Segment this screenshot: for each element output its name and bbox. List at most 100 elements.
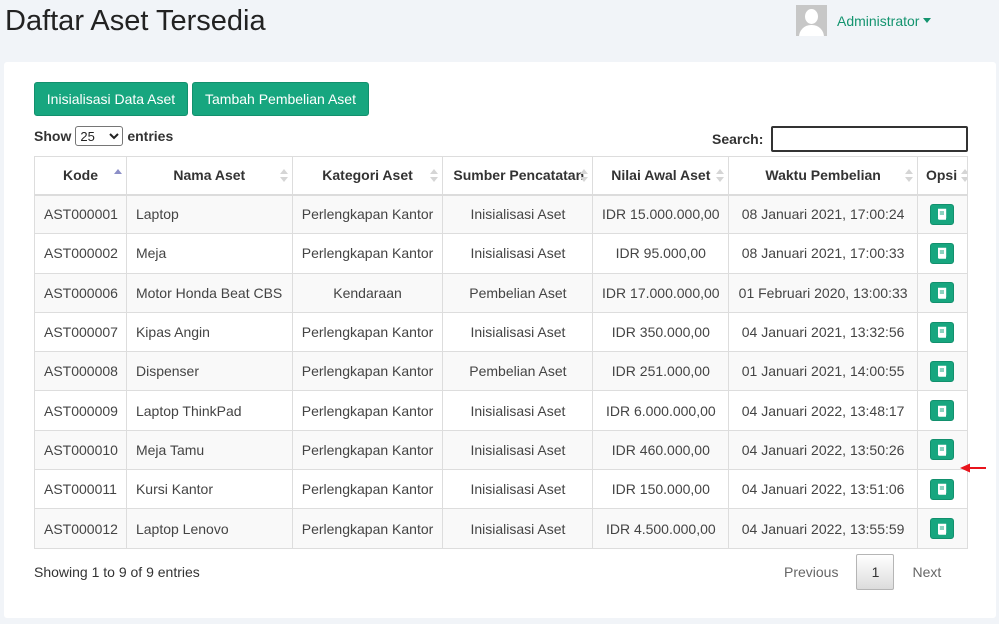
cell-nilai: IDR 460.000,00 <box>592 429 730 471</box>
table-row: AST000008 Dispenser Perlengkapan Kantor Pem… <box>34 351 969 392</box>
page-1-button[interactable]: 1 <box>856 554 895 590</box>
table-row: AST000012 Laptop Lenovo Perlengkapan Kanto… <box>34 508 969 549</box>
cell-kategori: Perlengkapan Kantor <box>291 233 444 274</box>
cell-sumber: Inisialisasi Aset <box>442 390 594 431</box>
previous-page-button[interactable]: Previous <box>784 564 838 580</box>
detail-button[interactable] <box>930 518 955 540</box>
cell-sumber: Inisialisasi Aset <box>442 469 594 510</box>
sort-icon <box>430 169 439 183</box>
table-row: AST000007 Kipas Angin Perlengkapan Kantor I… <box>34 311 969 353</box>
table-row: AST000001 Laptop Perlengkapan Kantor Inisia… <box>34 193 969 235</box>
detail-button[interactable] <box>930 478 955 500</box>
search-label: Search: <box>712 131 764 147</box>
add-purchase-button[interactable]: Tambah Pembelian Aset <box>192 82 369 116</box>
book-icon <box>938 287 947 299</box>
detail-button[interactable] <box>930 439 955 461</box>
detail-button[interactable] <box>930 203 955 225</box>
asset-card: Inisialisasi Data Aset Tambah Pembelian … <box>4 62 996 618</box>
cell-kode: AST000012 <box>34 508 127 549</box>
cell-opsi <box>916 193 969 235</box>
cell-opsi <box>916 351 969 392</box>
cell-kategori: Perlengkapan Kantor <box>291 311 444 353</box>
cell-waktu: 08 Januari 2021, 17:00:33 <box>728 233 918 274</box>
sort-icon <box>904 169 913 183</box>
cell-nama-aset: Kursi Kantor <box>125 469 293 510</box>
asset-table: Kode Nama Aset Kategori Aset Sumber Penc… <box>34 156 969 549</box>
cell-nilai: IDR 6.000.000,00 <box>592 390 730 431</box>
detail-button[interactable] <box>930 360 955 382</box>
search-input[interactable] <box>771 126 969 152</box>
cell-nama-aset: Laptop ThinkPad <box>125 390 293 431</box>
col-header-kode[interactable]: Kode <box>34 156 127 196</box>
cell-kode: AST000010 <box>34 429 127 471</box>
cell-opsi <box>916 311 969 353</box>
pagination: Previous 1 Next <box>784 554 941 590</box>
cell-opsi <box>916 390 969 431</box>
cell-opsi <box>916 508 969 549</box>
search-filter: Search: <box>712 126 969 152</box>
col-header-nama-aset[interactable]: Nama Aset <box>125 156 293 196</box>
table-row: AST000011 Kursi Kantor Perlengkapan Kantor… <box>34 469 969 510</box>
init-asset-button[interactable]: Inisialisasi Data Aset <box>34 82 188 116</box>
cell-opsi <box>916 469 969 510</box>
col-header-nilai-awal-aset[interactable]: Nilai Awal Aset <box>592 156 730 196</box>
sort-icon <box>580 169 589 183</box>
cell-nilai: IDR 251.000,00 <box>592 351 730 392</box>
entries-select[interactable]: 25 <box>75 126 124 146</box>
cell-nilai: IDR 150.000,00 <box>592 469 730 510</box>
cell-kategori: Perlengkapan Kantor <box>291 429 444 471</box>
sort-icon <box>961 169 967 183</box>
cell-opsi <box>916 233 969 274</box>
cell-nilai: IDR 17.000.000,00 <box>592 272 730 313</box>
user-avatar-icon <box>796 5 827 36</box>
book-icon <box>938 209 947 221</box>
cell-waktu: 04 Januari 2022, 13:48:17 <box>728 390 918 431</box>
col-header-sumber-pencatatan[interactable]: Sumber Pencatatan <box>442 156 594 196</box>
book-icon <box>938 326 947 338</box>
table-row: AST000006 Motor Honda Beat CBS Kendaraan Pe… <box>34 272 969 313</box>
table-body: AST000001 Laptop Perlengkapan Kantor Inisia… <box>34 193 969 549</box>
cell-nama-aset: Laptop Lenovo <box>125 508 293 549</box>
user-menu-toggle[interactable]: Administrator <box>837 12 932 29</box>
cell-sumber: Pembelian Aset <box>442 351 594 392</box>
cell-kategori: Perlengkapan Kantor <box>291 508 444 549</box>
book-icon <box>938 484 947 495</box>
length-prefix: Show <box>34 128 72 144</box>
cell-kode: AST000007 <box>34 311 127 353</box>
cell-kode: AST000008 <box>34 351 127 392</box>
cell-nilai: IDR 95.000,00 <box>592 233 730 274</box>
detail-button[interactable] <box>930 400 955 422</box>
cell-nama-aset: Meja <box>125 233 293 274</box>
sort-icon <box>716 169 725 183</box>
red-arrow-icon <box>960 463 986 473</box>
detail-button[interactable] <box>930 321 955 343</box>
user-name: Administrator <box>837 12 920 29</box>
col-header-opsi[interactable]: Opsi <box>916 156 969 196</box>
page-title: Daftar Aset Tersedia <box>5 5 266 37</box>
cell-kode: AST000001 <box>34 193 127 235</box>
table-info: Showing 1 to 9 of 9 entries <box>34 564 200 580</box>
next-page-button[interactable]: Next <box>912 564 941 580</box>
cell-sumber: Inisialisasi Aset <box>442 233 594 274</box>
cell-kode: AST000002 <box>34 233 127 274</box>
cell-waktu: 01 Februari 2020, 13:00:33 <box>728 272 918 313</box>
cell-kode: AST000006 <box>34 272 127 313</box>
cell-nama-aset: Motor Honda Beat CBS <box>125 272 293 313</box>
book-icon <box>938 366 947 378</box>
table-row: AST000010 Meja Tamu Perlengkapan Kantor Ini… <box>34 429 969 471</box>
detail-button[interactable] <box>930 282 955 304</box>
col-header-waktu-pembelian[interactable]: Waktu Pembelian <box>728 156 918 196</box>
col-header-kategori-aset[interactable]: Kategori Aset <box>291 156 444 196</box>
cell-waktu: 04 Januari 2022, 13:51:06 <box>728 469 918 510</box>
length-suffix: entries <box>127 128 174 144</box>
cell-sumber: Pembelian Aset <box>442 272 594 313</box>
user-menu[interactable]: Administrator <box>796 5 932 36</box>
detail-button[interactable] <box>930 242 955 264</box>
cell-sumber: Inisialisasi Aset <box>442 193 594 235</box>
cell-kategori: Kendaraan <box>291 272 444 313</box>
sort-asc-icon <box>113 169 122 183</box>
cell-sumber: Inisialisasi Aset <box>442 429 594 471</box>
cell-waktu: 04 Januari 2022, 13:50:26 <box>728 429 918 471</box>
book-icon <box>938 523 947 535</box>
book-icon <box>938 248 947 260</box>
